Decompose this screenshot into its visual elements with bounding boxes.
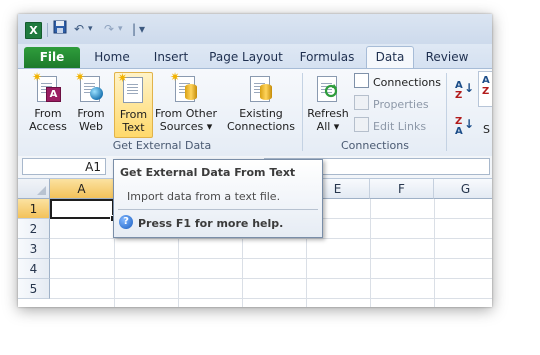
sort-az-bottom: Z (455, 90, 463, 101)
row-header-2[interactable]: 2 (18, 219, 50, 239)
ribbon-tabs: File Home Insert Page Layout Formulas Da… (18, 44, 492, 69)
tooltip-help: Press F1 for more help. (138, 217, 284, 230)
group-separator (302, 73, 303, 151)
refresh-all-button[interactable]: Refresh All ▾ (306, 72, 350, 136)
from-other-label-1: From Other (155, 107, 217, 120)
tab-file[interactable]: File (24, 47, 80, 68)
ribbon-data: ✷A From Access ✷ From Web ✷ From Text ✷ (18, 68, 492, 157)
from-other-label-2: Sources ▾ (159, 120, 213, 133)
tab-page-layout[interactable]: Page Layout (207, 47, 285, 68)
from-web-icon: ✷ (75, 71, 104, 104)
from-other-sources-button[interactable]: ✷ From Other Sources ▾ (154, 71, 218, 136)
customize-qat-icon[interactable]: ▾ (139, 20, 145, 38)
sort-za-bottom: A (455, 126, 463, 137)
from-web-button[interactable]: ✷ From Web (72, 71, 110, 136)
save-icon[interactable] (53, 20, 67, 38)
sort-dialog-z: Z (482, 86, 490, 97)
group-separator-2 (446, 73, 447, 151)
from-text-label-2: Text (122, 121, 145, 134)
refresh-icon (315, 74, 341, 104)
connections-icon (354, 73, 369, 88)
sort-down-arrow-icon: ↓ (464, 81, 475, 95)
redo-icon[interactable]: ↷ (104, 20, 114, 38)
from-text-button[interactable]: ✷ From Text (114, 72, 153, 138)
qat-divider: | (132, 22, 137, 36)
from-web-label-1: From (77, 107, 105, 120)
connections-button[interactable]: Connections (354, 73, 441, 91)
properties-icon (354, 95, 369, 110)
gridline (434, 199, 435, 307)
tooltip-description: Import data from a text file. (127, 190, 281, 203)
qat-separator (47, 23, 48, 37)
tab-formulas[interactable]: Formulas (295, 47, 359, 68)
column-header-g[interactable]: G (434, 179, 492, 199)
tooltip-title: Get External Data From Text (120, 166, 296, 179)
sort-dialog-button[interactable]: A Z (478, 71, 492, 107)
row-header-1[interactable]: 1 (18, 199, 50, 219)
tab-data[interactable]: Data (366, 46, 414, 69)
gridline (50, 278, 492, 279)
undo-icon[interactable]: ↶ (74, 20, 84, 38)
select-all-corner[interactable] (18, 179, 50, 199)
from-access-label-2: Access (29, 120, 67, 133)
existing-label-2: Connections (227, 120, 295, 133)
connections-label: Connections (373, 76, 441, 89)
help-icon: ? (119, 215, 133, 229)
edit-links-button[interactable]: Edit Links (354, 117, 426, 135)
from-access-label-1: From (34, 107, 62, 120)
from-other-sources-icon: ✷ (170, 71, 199, 104)
sort-down-arrow-icon-2: ↓ (464, 117, 475, 131)
get-external-data-group-label: Get External Data (112, 139, 212, 152)
existing-connections-icon (248, 74, 274, 104)
quick-access-toolbar: X ↶ ▾ ↷ ▾ | ▾ (18, 14, 492, 44)
refresh-label-2: All ▾ (316, 120, 340, 133)
properties-button[interactable]: Properties (354, 95, 429, 113)
from-access-button[interactable]: ✷ A From Access (27, 71, 69, 136)
tab-insert[interactable]: Insert (146, 47, 196, 68)
properties-label: Properties (373, 98, 429, 111)
edit-links-icon (354, 117, 369, 132)
from-access-icon: ✷ A (32, 71, 61, 104)
from-text-tooltip: Get External Data From Text Import data … (113, 159, 323, 238)
gridline (370, 199, 371, 307)
tab-home[interactable]: Home (90, 47, 134, 68)
from-text-icon: ✷ (118, 72, 147, 105)
excel-app-icon[interactable]: X (25, 22, 42, 39)
column-header-f[interactable]: F (370, 179, 434, 199)
sort-dialog-a: A (482, 75, 490, 86)
existing-label-1: Existing (239, 107, 283, 120)
row-header-5[interactable]: 5 (18, 279, 50, 299)
column-header-a[interactable]: A (50, 179, 114, 199)
active-cell-a1[interactable] (50, 199, 114, 219)
gridline (50, 258, 492, 259)
name-box[interactable]: A1 (22, 158, 106, 175)
gridline (50, 238, 492, 239)
from-text-label-1: From (119, 108, 148, 121)
refresh-label-1: Refresh (307, 107, 349, 120)
existing-connections-button[interactable]: Existing Connections (226, 72, 296, 136)
excel-window: X ↶ ▾ ↷ ▾ | ▾ File Home Insert Page Layo… (18, 14, 492, 307)
connections-group-label: Connections (341, 139, 409, 152)
sort-label[interactable]: S (483, 121, 490, 139)
redo-dropdown-icon[interactable]: ▾ (118, 20, 123, 38)
row-header-4[interactable]: 4 (18, 259, 50, 279)
undo-dropdown-icon[interactable]: ▾ (88, 20, 93, 38)
tooltip-divider (118, 209, 318, 210)
from-web-label-2: Web (79, 120, 103, 133)
tab-review[interactable]: Review (421, 47, 473, 68)
gridline (50, 298, 492, 299)
row-header-3[interactable]: 3 (18, 239, 50, 259)
edit-links-label: Edit Links (373, 120, 427, 133)
